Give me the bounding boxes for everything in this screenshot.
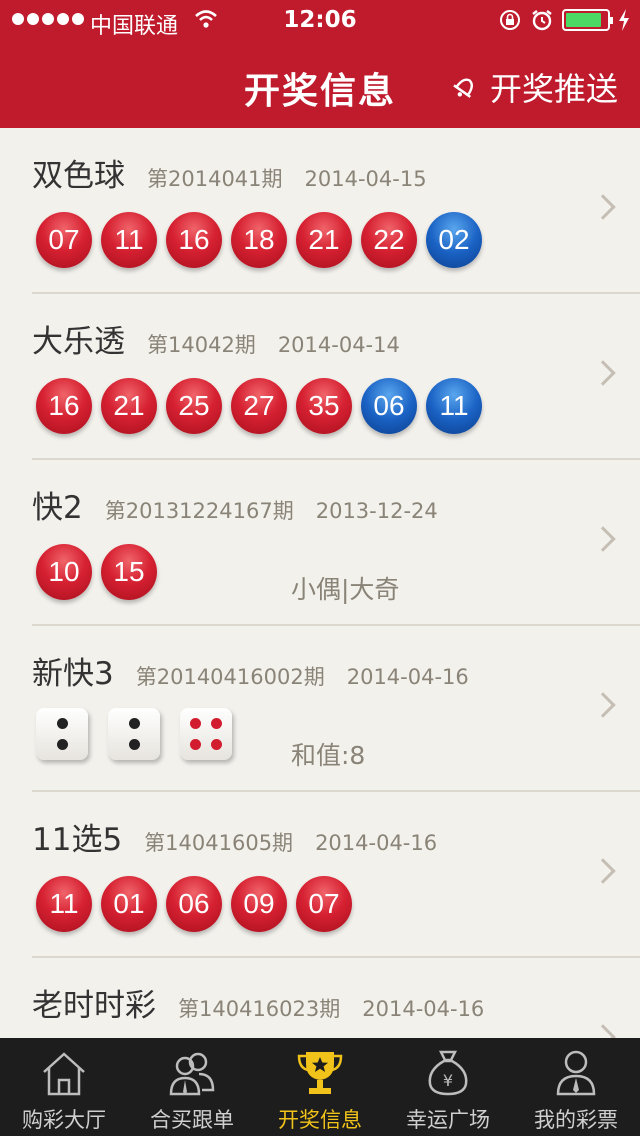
red-ball: 06 <box>166 876 222 932</box>
header-bar: 中国联通 12:06 开奖信息 开奖推送 <box>0 0 640 128</box>
rotation-lock-icon <box>500 10 520 30</box>
money-bag-icon: ¥ <box>424 1048 472 1098</box>
tab-trophy-star[interactable]: 开奖信息 <box>256 1038 384 1136</box>
lottery-row-header: 大乐透 第14042期 2014-04-14 <box>32 316 400 361</box>
user-icon <box>552 1048 600 1098</box>
result-summary: 和值:8 <box>291 741 366 770</box>
red-ball: 18 <box>231 212 287 268</box>
lottery-row[interactable]: 11选5 第14041605期 2014-04-16 11 01 06 09 07 <box>0 792 640 958</box>
ball-group: 07 11 16 18 21 22 02 <box>36 212 482 268</box>
alarm-icon <box>532 10 552 31</box>
lottery-issue: 第20131224167期 <box>104 499 294 523</box>
red-ball: 35 <box>296 378 352 434</box>
home-icon <box>40 1048 88 1098</box>
lottery-name: 快2 <box>32 490 83 526</box>
tab-group-users[interactable]: 合买跟单 <box>128 1038 256 1136</box>
red-ball: 21 <box>296 212 352 268</box>
lottery-results-list: 双色球 第2014041期 2014-04-15 07 11 16 18 21 22 02 大乐透第… <box>0 128 640 1038</box>
lottery-issue: 第140416023期 <box>178 997 341 1021</box>
dice-group <box>36 708 232 760</box>
lottery-name: 大乐透 <box>32 324 125 360</box>
result-summary: 小偶|大奇 <box>291 575 400 604</box>
lottery-row[interactable]: 新快3 第20140416002期 2014-04-16 和值:8 <box>0 626 640 792</box>
push-notification-button[interactable]: 开奖推送 <box>450 64 618 110</box>
tab-home[interactable]: 购彩大厅 <box>0 1038 128 1136</box>
red-ball: 11 <box>101 212 157 268</box>
red-ball: 11 <box>36 876 92 932</box>
lottery-issue: 第2014041期 <box>147 167 283 191</box>
lottery-row[interactable]: 大乐透 第14042期 2014-04-14 16 21 25 27 35 06 11 <box>0 294 640 460</box>
lottery-row[interactable]: 老时时彩 第140416023期 2014-04-16 <box>0 958 640 1038</box>
lottery-issue: 第14041605期 <box>144 831 294 855</box>
red-ball: 16 <box>166 212 222 268</box>
lottery-name: 双色球 <box>32 158 125 194</box>
lottery-issue: 第20140416002期 <box>135 665 325 689</box>
red-ball: 10 <box>36 544 92 600</box>
lottery-row-header: 11选5 第14041605期 2014-04-16 <box>32 814 437 859</box>
red-ball: 09 <box>231 876 287 932</box>
red-ball: 21 <box>101 378 157 434</box>
trophy-star-icon <box>296 1048 344 1098</box>
push-notification-label: 开奖推送 <box>489 70 618 108</box>
lottery-date: 2014-04-15 <box>304 167 427 191</box>
chevron-right-icon <box>590 1024 616 1038</box>
lottery-issue: 第14042期 <box>147 333 256 357</box>
red-ball: 01 <box>101 876 157 932</box>
lottery-date: 2014-04-16 <box>315 831 438 855</box>
chevron-right-icon <box>590 692 616 718</box>
tab-money-bag[interactable]: ¥ 幸运广场 <box>384 1038 512 1136</box>
tab-label: 购彩大厅 <box>22 1108 106 1132</box>
red-ball: 07 <box>296 876 352 932</box>
tab-label: 幸运广场 <box>406 1108 490 1132</box>
tab-label: 我的彩票 <box>534 1108 618 1132</box>
status-bar: 中国联通 12:06 <box>0 0 640 40</box>
blue-ball: 02 <box>426 212 482 268</box>
tab-bar: 购彩大厅 合买跟单 开奖信息 ¥ 幸运广场 我的彩票 <box>0 1038 640 1136</box>
chevron-right-icon <box>590 360 616 386</box>
red-ball: 15 <box>101 544 157 600</box>
lottery-row-header: 快2 第20131224167期 2013-12-24 <box>32 482 438 527</box>
lottery-date: 2014-04-14 <box>277 333 400 357</box>
battery-icon <box>562 9 613 31</box>
ball-group: 11 01 06 09 07 <box>36 876 352 932</box>
blue-ball: 11 <box>426 378 482 434</box>
blue-ball: 06 <box>361 378 417 434</box>
group-users-icon <box>168 1048 216 1098</box>
ball-group: 10 15 <box>36 544 157 600</box>
red-ball: 16 <box>36 378 92 434</box>
ball-group: 16 21 25 27 35 06 11 <box>36 378 482 434</box>
charging-bolt-icon <box>619 9 629 31</box>
red-ball: 22 <box>361 212 417 268</box>
lottery-name: 老时时彩 <box>32 988 156 1024</box>
lottery-row-header: 新快3 第20140416002期 2014-04-16 <box>32 648 469 693</box>
die-face-4-icon <box>180 708 232 760</box>
lottery-name: 新快3 <box>32 656 114 692</box>
tab-user[interactable]: 我的彩票 <box>512 1038 640 1136</box>
tab-label: 合买跟单 <box>150 1108 234 1132</box>
lottery-row[interactable]: 双色球 第2014041期 2014-04-15 07 11 16 18 21 22 02 <box>0 128 640 294</box>
lottery-row[interactable]: 快2 第20131224167期 2013-12-24 10 15 小偶|大奇 <box>0 460 640 626</box>
chevron-right-icon <box>590 526 616 552</box>
red-ball: 07 <box>36 212 92 268</box>
red-ball: 27 <box>231 378 287 434</box>
lottery-row-header: 双色球 第2014041期 2014-04-15 <box>32 150 427 195</box>
lottery-row-header: 老时时彩 第140416023期 2014-04-16 <box>32 980 484 1025</box>
die-face-2-icon <box>108 708 160 760</box>
bell-icon <box>453 78 473 98</box>
chevron-right-icon <box>590 194 616 220</box>
red-ball: 25 <box>166 378 222 434</box>
die-face-2-icon <box>36 708 88 760</box>
chevron-right-icon <box>590 858 616 884</box>
lottery-name: 11选5 <box>32 822 123 858</box>
lottery-date: 2014-04-16 <box>346 665 469 689</box>
svg-text:¥: ¥ <box>443 1071 453 1090</box>
lottery-date: 2014-04-16 <box>362 997 485 1021</box>
tab-label: 开奖信息 <box>278 1108 362 1132</box>
lottery-date: 2013-12-24 <box>315 499 438 523</box>
